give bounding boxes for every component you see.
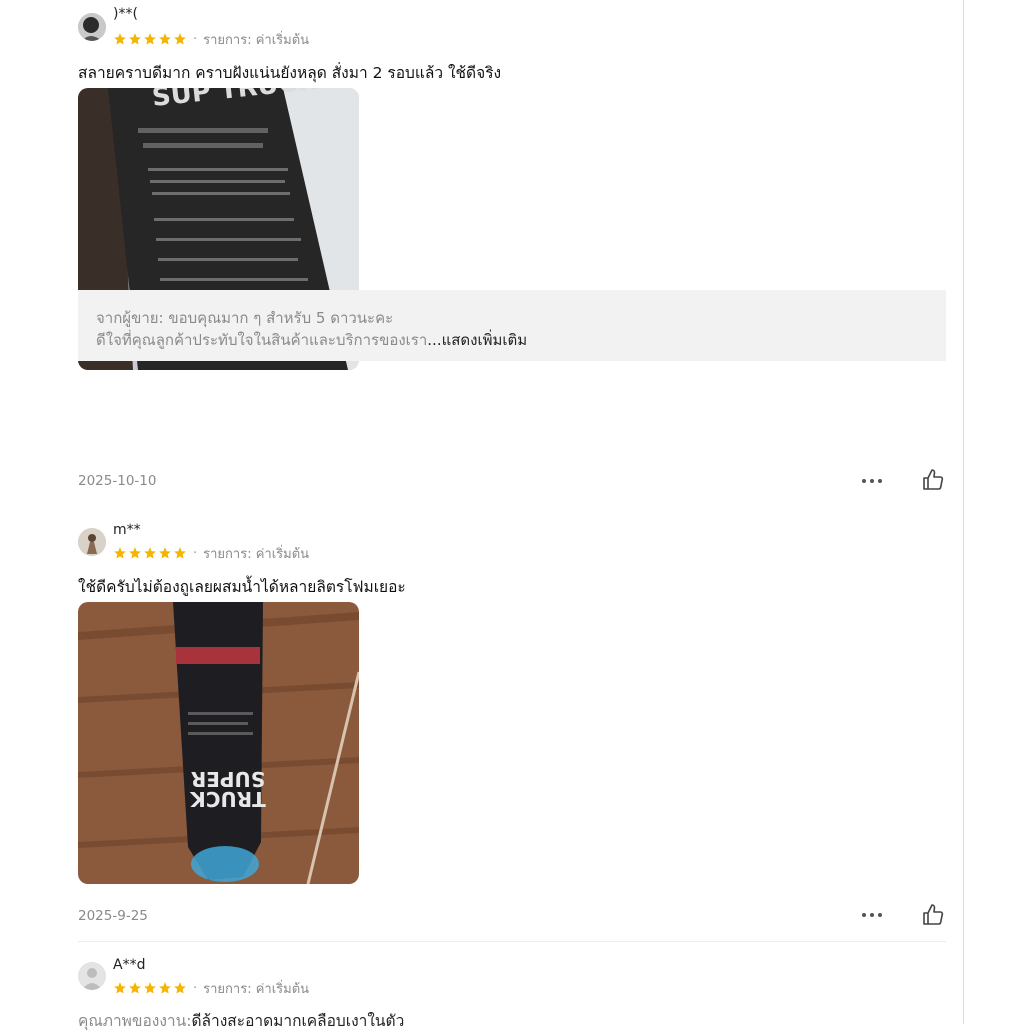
review-text: สลายคราบดีมาก คราบฝังแน่นยังหลุด สั่งมา …: [78, 64, 502, 82]
avatar[interactable]: [78, 528, 106, 556]
star-rating: [113, 981, 187, 995]
review-date: 2025-10-10: [78, 473, 157, 489]
review-attribute-value: ดีล้างสะอาดมากเคลือบเงาในตัว: [191, 1012, 405, 1030]
separator-dot: ·: [193, 980, 198, 996]
variant-label: รายการ: ค่าเริ่มต้น: [203, 546, 310, 562]
star-icon: [174, 33, 186, 45]
seller-reply-line: จากผู้ขาย: ขอบคุณมาก ๆ สำหรับ 5 ดาวนะคะ: [96, 309, 394, 327]
star-icon: [159, 982, 171, 994]
variant-label: รายการ: ค่าเริ่มต้น: [203, 32, 310, 48]
page-right-border: [963, 0, 964, 1024]
rating-row: · รายการ: ค่าเริ่มต้น: [113, 544, 309, 562]
review-date: 2025-9-25: [78, 908, 148, 924]
seller-reply-line: ดีใจที่คุณลูกค้าประทับใจในสินค้าและบริกา…: [96, 328, 527, 352]
star-icon: [144, 982, 156, 994]
star-icon: [114, 33, 126, 45]
star-icon: [174, 982, 186, 994]
review-attribute-label: คุณภาพของงาน:: [78, 1012, 192, 1030]
star-icon: [114, 547, 126, 559]
reviewer-name: A**d: [113, 957, 146, 973]
star-icon: [159, 547, 171, 559]
reviewer-name: m**: [113, 522, 141, 538]
star-icon: [129, 547, 141, 559]
separator-dot: ·: [193, 545, 198, 561]
thumbs-up-icon[interactable]: [921, 468, 945, 492]
seller-reply: จากผู้ขาย: ขอบคุณมาก ๆ สำหรับ 5 ดาวนะคะ …: [78, 290, 946, 361]
star-icon: [159, 33, 171, 45]
star-icon: [174, 547, 186, 559]
star-icon: [129, 982, 141, 994]
show-more-link[interactable]: ...แสดงเพิ่มเติม: [427, 331, 527, 349]
star-rating: [113, 546, 187, 560]
star-icon: [144, 547, 156, 559]
rating-row: · รายการ: ค่าเริ่มต้น: [113, 30, 309, 48]
star-icon: [144, 33, 156, 45]
review-text: ใช้ดีครับไม่ต้องถูเลยผสมน้ำได้หลายลิตรโฟ…: [78, 578, 406, 596]
review-text: คุณภาพของงาน:ดีล้างสะอาดมากเคลือบเงาในตั…: [78, 1008, 404, 1033]
svg-text:TRUCK: TRUCK: [189, 787, 266, 811]
separator-dot: ·: [193, 31, 198, 47]
rating-row: · รายการ: ค่าเริ่มต้น: [113, 979, 309, 997]
avatar[interactable]: [78, 13, 106, 41]
star-icon: [114, 982, 126, 994]
review-divider: [78, 941, 946, 942]
star-icon: [129, 33, 141, 45]
variant-label: รายการ: ค่าเริ่มต้น: [203, 981, 310, 997]
seller-reply-text: ดีใจที่คุณลูกค้าประทับใจในสินค้าและบริกา…: [96, 331, 428, 349]
more-icon[interactable]: [861, 912, 883, 918]
avatar[interactable]: [78, 962, 106, 990]
thumbs-up-icon[interactable]: [921, 903, 945, 927]
review-photo[interactable]: SUPER TRUCK: [78, 602, 359, 884]
reviewer-name: )**(: [113, 6, 138, 22]
more-icon[interactable]: [861, 478, 883, 484]
star-rating: [113, 32, 187, 46]
